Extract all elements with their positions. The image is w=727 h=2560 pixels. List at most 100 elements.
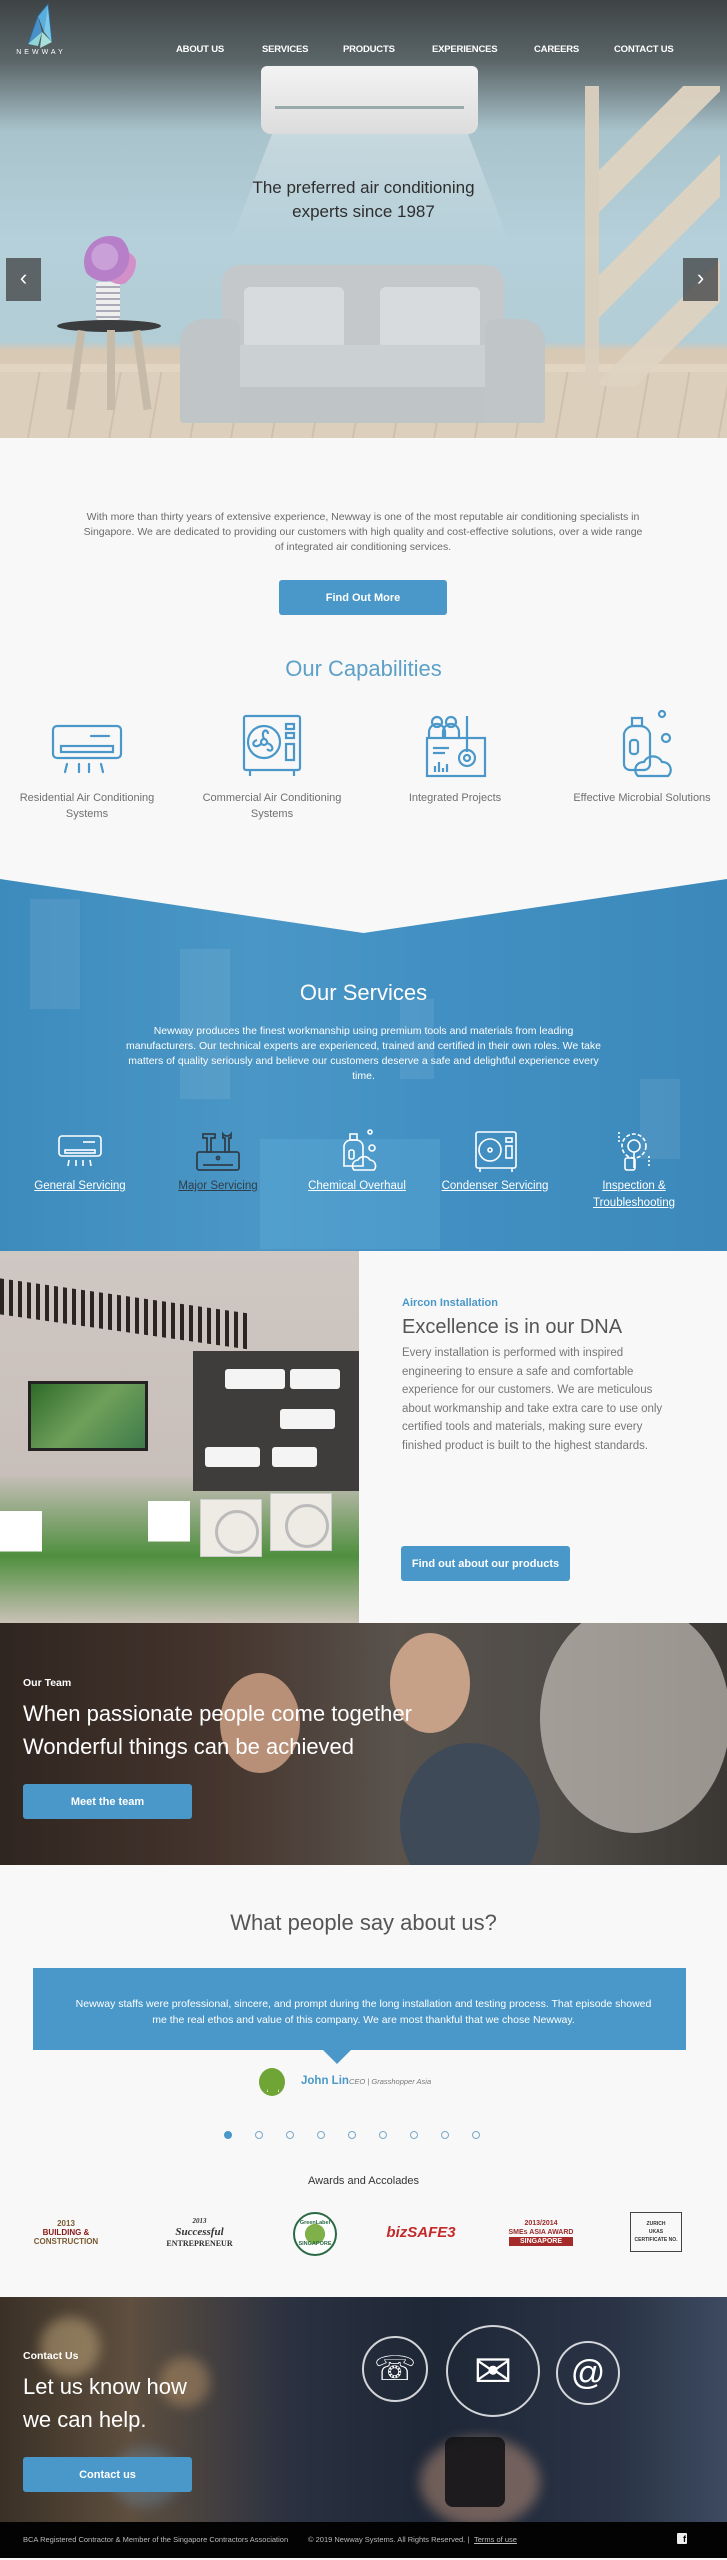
showroom-ac-unit — [205, 1447, 260, 1467]
gear-wrench-icon — [618, 1132, 650, 1171]
hero-shelf-image — [585, 86, 720, 386]
service-inspection-troubleshooting[interactable]: Inspection & Troubleshooting — [574, 1128, 694, 1212]
pagination-dot[interactable] — [410, 2131, 418, 2139]
contact-title: Let us know how we can help. — [23, 2370, 187, 2436]
nav-careers[interactable]: CAREERS — [534, 44, 579, 55]
installation-title: Excellence is in our DNA — [402, 1316, 623, 1338]
award-text: SINGAPORE — [298, 2241, 332, 2247]
capabilities-title: Our Capabilities — [285, 656, 442, 681]
nav-experiences[interactable]: EXPERIENCES — [432, 44, 498, 55]
testimonial-author: John Lin — [301, 2075, 349, 2087]
team-title-line2: Wonderful things can be achieved — [23, 1734, 355, 1759]
cleaning-bottle-icon — [343, 1129, 377, 1171]
nav-about-us[interactable]: ABOUT US — [176, 44, 224, 55]
contact-bokeh — [40, 2317, 100, 2377]
contact-title-line2: we can help. — [23, 2407, 147, 2432]
service-label: General Servicing — [34, 1180, 126, 1192]
hero-flowers — [84, 236, 136, 288]
at-sign-icon: @ — [556, 2341, 620, 2405]
chevron-left-icon: ‹ — [19, 265, 28, 290]
pagination-dot[interactable] — [472, 2131, 480, 2139]
showroom-photo — [0, 1251, 359, 1623]
find-out-more-button[interactable]: Find Out More — [279, 580, 447, 615]
grasshopper-logo-avatar — [259, 2068, 285, 2096]
nav-contact-us[interactable]: CONTACT US — [614, 44, 674, 55]
award-building-construction: 2013 BUILDING & CONSTRUCTION — [22, 2212, 110, 2252]
service-general-servicing[interactable]: General Servicing — [20, 1128, 140, 1195]
capability-commercial[interactable]: Commercial Air Conditioning Systems — [202, 708, 342, 822]
awards-title: Awards and Accolades — [307, 2175, 420, 2187]
contact-us-button[interactable]: Contact us — [23, 2457, 192, 2492]
award-text: 2013/2014 — [524, 2219, 558, 2227]
service-chemical-overhaul[interactable]: Chemical Overhaul — [297, 1128, 417, 1195]
award-green-label: GreenLabel SINGAPORE — [293, 2212, 337, 2256]
pagination-dot[interactable] — [379, 2131, 387, 2139]
split-ac-icon — [58, 1135, 102, 1167]
pagination-dot[interactable] — [317, 2131, 325, 2139]
award-bizsafe: bizSAFE3 — [386, 2212, 456, 2252]
testimonial-pagination — [224, 2131, 494, 2141]
showroom-ac-unit — [225, 1369, 285, 1389]
award-text: CONSTRUCTION — [33, 2236, 99, 2246]
envelope-icon: ✉ — [446, 2325, 540, 2417]
nav-services[interactable]: SERVICES — [262, 44, 308, 55]
page: NEWWAY ABOUT US SERVICES PRODUCTS EXPERI… — [0, 0, 727, 2560]
pagination-dot[interactable] — [224, 2131, 232, 2139]
services-v-divider — [0, 879, 727, 933]
hero-sofa-image — [180, 265, 545, 423]
hero-table-leg — [107, 330, 115, 410]
envelope-glyph: ✉ — [473, 2345, 513, 2397]
terms-of-use-link[interactable]: Terms of use — [474, 2535, 517, 2544]
hero-title-line2: experts since 1987 — [292, 202, 435, 221]
capability-microbial[interactable]: Effective Microbial Solutions — [572, 708, 712, 806]
facebook-icon[interactable]: f — [677, 2533, 687, 2544]
showroom-ac-unit — [280, 1409, 335, 1429]
showroom-tv — [28, 1381, 148, 1451]
hero-ac-unit-image — [261, 66, 478, 134]
find-out-products-button[interactable]: Find out about our products — [401, 1546, 570, 1581]
nav-products[interactable]: PRODUCTS — [343, 44, 395, 55]
showroom-chair — [148, 1501, 190, 1591]
award-text: GreenLabel — [299, 2220, 331, 2226]
pagination-dot[interactable] — [286, 2131, 294, 2139]
services-description: Newway produces the finest workmanship u… — [126, 1025, 601, 1082]
hero-title: The preferred air conditioning experts s… — [0, 176, 727, 224]
main-nav: ABOUT US SERVICES PRODUCTS EXPERIENCES C… — [0, 44, 727, 58]
meet-the-team-button[interactable]: Meet the team — [23, 1784, 192, 1819]
contact-title-line1: Let us know how — [23, 2374, 187, 2399]
testimonial-quote: Newway staffs were professional, sincere… — [75, 1998, 652, 2026]
capability-label: Effective Microbial Solutions — [573, 792, 711, 804]
award-text: BUILDING & — [42, 2227, 90, 2237]
service-label: Major Servicing — [178, 1180, 258, 1192]
capability-label: Commercial Air Conditioning Systems — [202, 792, 342, 820]
hero-slider: NEWWAY ABOUT US SERVICES PRODUCTS EXPERI… — [0, 0, 727, 438]
pagination-dot[interactable] — [348, 2131, 356, 2139]
condenser-fan-icon — [242, 714, 302, 776]
team-photo-body — [400, 1743, 540, 1865]
award-text: SINGAPORE — [508, 2236, 574, 2246]
hero-title-line1: The preferred air conditioning — [252, 178, 475, 197]
award-smes-asia: 2013/2014 SMEs ASIA AWARD SINGAPORE — [497, 2212, 585, 2252]
service-major-servicing[interactable]: Major Servicing — [158, 1128, 278, 1195]
award-text: ZURICH — [646, 2221, 666, 2227]
showroom-outdoor-unit — [270, 1493, 332, 1551]
award-text: Successful — [175, 2225, 224, 2238]
showroom-ac-unit — [272, 1447, 317, 1467]
capability-residential[interactable]: Residential Air Conditioning Systems — [17, 708, 157, 822]
pagination-dot[interactable] — [441, 2131, 449, 2139]
service-condenser-servicing[interactable]: Condenser Servicing — [435, 1128, 555, 1195]
award-certificate: ZURICH UKAS CERTIFICATE NO. — [630, 2212, 682, 2252]
contact-phone — [445, 2437, 505, 2507]
pagination-dot[interactable] — [255, 2131, 263, 2139]
showroom-ac-unit — [290, 1369, 340, 1389]
project-team-icon — [425, 715, 487, 778]
phone-icon: ☏ — [362, 2336, 428, 2402]
showroom-ceiling-grate — [0, 1278, 250, 1350]
capability-label: Residential Air Conditioning Systems — [19, 792, 155, 820]
cleaning-bottle-icon — [622, 709, 672, 778]
slider-prev-button[interactable]: ‹ — [6, 258, 41, 301]
at-glyph: @ — [570, 2354, 606, 2392]
slider-next-button[interactable]: › — [683, 258, 718, 301]
team-title-line1: When passionate people come together — [23, 1701, 412, 1726]
capability-integrated-projects[interactable]: Integrated Projects — [385, 708, 525, 806]
